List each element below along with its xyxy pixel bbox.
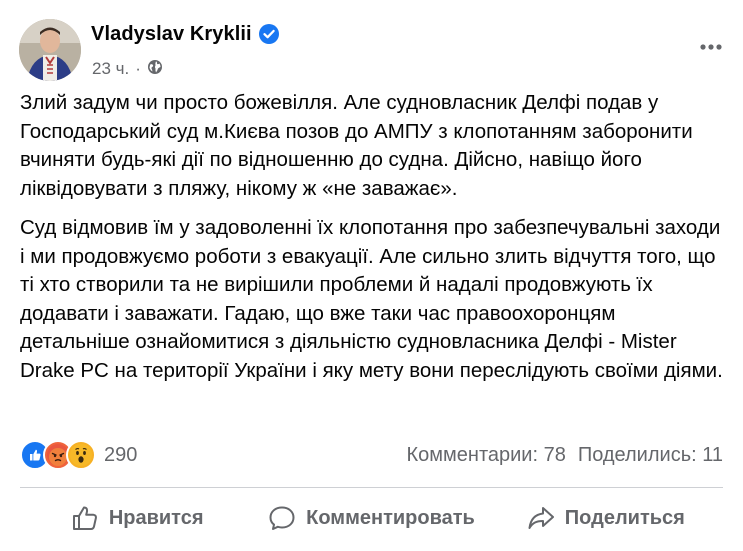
comments-count[interactable]: Комментарии: 78 <box>407 444 566 467</box>
comment-icon <box>269 506 295 530</box>
post-meta: 23 ч. · <box>92 58 163 80</box>
avatar-photo <box>19 19 81 81</box>
more-options-button[interactable] <box>693 33 729 61</box>
globe-icon[interactable] <box>147 59 163 80</box>
post-paragraph: Суд відмовив їм у задоволенні їх клопота… <box>20 216 723 382</box>
post-timestamp[interactable]: 23 ч. <box>92 59 129 79</box>
like-label: Нравится <box>108 506 204 529</box>
post-stats: Комментарии: 78 Поделились: 11 <box>407 444 724 467</box>
avatar[interactable] <box>19 19 81 81</box>
divider <box>20 487 723 488</box>
verified-badge-icon <box>258 23 280 45</box>
author-row: Vladyslav Kryklii <box>91 20 280 48</box>
share-label: Поделиться <box>564 506 685 529</box>
reaction-count: 290 <box>104 443 138 466</box>
like-button[interactable]: Нравится <box>20 496 254 540</box>
shares-count[interactable]: Поделились: 11 <box>578 444 723 467</box>
thumbs-up-icon <box>72 506 97 530</box>
facebook-post: Vladyslav Kryklii 23 ч. · Злий задум чи … <box>0 0 743 551</box>
author-name[interactable]: Vladyslav Kryklii <box>91 23 252 46</box>
share-icon <box>528 507 554 529</box>
post-paragraph: Злий задум чи просто божевілля. Але судн… <box>20 91 693 200</box>
comment-label: Комментировать <box>306 506 475 529</box>
comment-button[interactable]: Комментировать <box>254 496 488 540</box>
wow-reaction-icon <box>66 440 96 470</box>
share-button[interactable]: Поделиться <box>489 496 723 540</box>
post-summary: 290 Комментарии: 78 Поделились: 11 <box>20 438 723 472</box>
post-content: Злий задум чи просто божевілля. Але судн… <box>20 89 725 396</box>
post-actions: Нравится Комментировать Поделиться <box>20 494 723 542</box>
more-horizontal-icon <box>700 44 722 50</box>
reactions-summary[interactable]: 290 <box>20 440 137 470</box>
meta-separator: · <box>135 59 141 78</box>
